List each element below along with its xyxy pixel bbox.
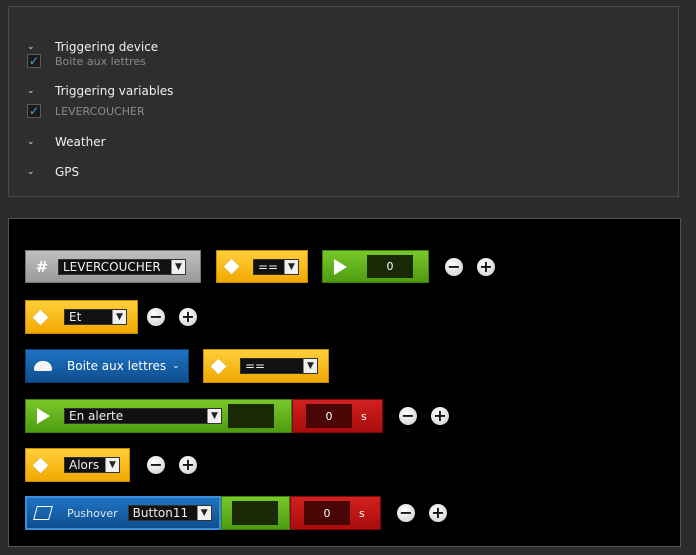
check-icon: ✓	[28, 54, 40, 68]
diamond-icon	[210, 358, 227, 374]
action-block[interactable]: Pushover Button11 ▼	[25, 496, 221, 530]
play-icon	[37, 408, 50, 424]
dropdown-arrow-icon: ▼	[207, 409, 221, 423]
operator-select-value: ==	[258, 259, 279, 274]
section-title: GPS	[55, 165, 80, 179]
add-condition-button[interactable]: +	[179, 308, 197, 326]
dropdown-arrow-icon: ▼	[284, 259, 298, 274]
mailbox-icon	[34, 361, 52, 371]
hash-icon: #	[35, 257, 49, 276]
state-select[interactable]: En alerte ▼	[64, 408, 222, 424]
action-label: Pushover	[67, 506, 118, 520]
action-value-block[interactable]	[221, 496, 290, 530]
remove-condition-button[interactable]: −	[147, 308, 165, 326]
diamond-icon	[32, 457, 49, 473]
remove-condition-button[interactable]: −	[147, 456, 165, 474]
checkbox[interactable]: ✓	[27, 104, 41, 118]
dropdown-arrow-icon: ▼	[196, 506, 211, 520]
trigger-filter-panel: ⌄ Triggering device ✓ Boite aux lettres …	[8, 6, 679, 197]
add-condition-button[interactable]: +	[431, 407, 449, 425]
check-icon: ✓	[28, 104, 40, 118]
delay-block[interactable]: 0 s	[292, 399, 383, 433]
dropdown-arrow-icon: ▼	[303, 359, 317, 373]
logic-select-value: Et	[69, 310, 82, 324]
state-value-field[interactable]	[228, 404, 274, 428]
section-triggering-variables[interactable]: ⌄ Triggering variables	[27, 83, 173, 99]
device-item-label: Boite aux lettres	[55, 54, 146, 68]
target-select[interactable]: Button11 ▼	[127, 505, 212, 521]
delay-field[interactable]: 0	[304, 501, 350, 525]
diamond-icon	[223, 258, 240, 275]
value-field[interactable]: 0	[367, 255, 413, 278]
section-weather[interactable]: ⌄ Weather	[27, 134, 106, 150]
remove-action-button[interactable]: −	[397, 504, 415, 522]
operator-select[interactable]: == ▼	[240, 358, 318, 374]
add-condition-button[interactable]: +	[179, 456, 197, 474]
chevron-down-icon: ⌄	[27, 167, 35, 177]
add-action-button[interactable]: +	[429, 504, 447, 522]
logic-select[interactable]: Alors ▼	[64, 457, 120, 473]
section-title: Weather	[55, 135, 106, 149]
state-select-value: En alerte	[69, 409, 124, 423]
device-label: Boite aux lettres	[67, 359, 167, 373]
chevron-down-icon: ⌄	[27, 86, 35, 96]
variable-select[interactable]: LEVERCOUCHER ▼	[58, 258, 186, 275]
variable-item[interactable]: ✓ LEVERCOUCHER	[27, 103, 145, 119]
dropdown-arrow-icon: ▼	[171, 259, 185, 274]
dropdown-arrow-icon: ▼	[105, 458, 119, 472]
section-gps[interactable]: ⌄ GPS	[27, 164, 79, 180]
operator-select-value: ==	[245, 359, 266, 373]
remove-condition-button[interactable]: −	[445, 258, 463, 276]
play-icon	[334, 258, 347, 275]
variable-select-value: LEVERCOUCHER	[63, 259, 161, 274]
state-block[interactable]: En alerte ▼	[25, 399, 292, 433]
section-title: Triggering device	[55, 40, 159, 54]
section-title: Triggering variables	[55, 84, 174, 98]
operator-select[interactable]: == ▼	[253, 258, 299, 275]
logic-select-value: Alors	[69, 458, 100, 472]
chevron-down-icon: ⌄	[27, 42, 35, 52]
remove-condition-button[interactable]: −	[399, 407, 417, 425]
variable-item-label: LEVERCOUCHER	[55, 104, 145, 118]
checkbox[interactable]: ✓	[27, 54, 41, 68]
value-block[interactable]: 0	[322, 250, 429, 283]
device-block[interactable]: Boite aux lettres ⌄	[25, 349, 189, 383]
action-value-field[interactable]	[232, 501, 278, 525]
operator-block[interactable]: == ▼	[203, 349, 329, 383]
pushover-icon	[33, 506, 53, 520]
delay-field[interactable]: 0	[306, 404, 352, 428]
device-item[interactable]: ✓ Boite aux lettres	[27, 53, 146, 69]
delay-block[interactable]: 0 s	[290, 496, 381, 530]
target-select-value: Button11	[132, 506, 189, 520]
delay-unit: s	[361, 409, 367, 423]
delay-unit: s	[359, 506, 365, 520]
chevron-down-icon: ⌄	[172, 361, 180, 371]
logic-block[interactable]: Alors ▼	[25, 448, 130, 482]
logic-select[interactable]: Et ▼	[64, 309, 127, 325]
logic-block[interactable]: Et ▼	[25, 300, 138, 334]
operator-block[interactable]: == ▼	[216, 250, 308, 283]
rule-editor: # LEVERCOUCHER ▼ == ▼ 0 − + Et ▼ − + Boi…	[8, 218, 681, 547]
chevron-down-icon: ⌄	[27, 137, 35, 147]
dropdown-arrow-icon: ▼	[112, 310, 126, 324]
diamond-icon	[32, 309, 49, 325]
variable-block[interactable]: # LEVERCOUCHER ▼	[25, 250, 201, 283]
add-condition-button[interactable]: +	[477, 258, 495, 276]
